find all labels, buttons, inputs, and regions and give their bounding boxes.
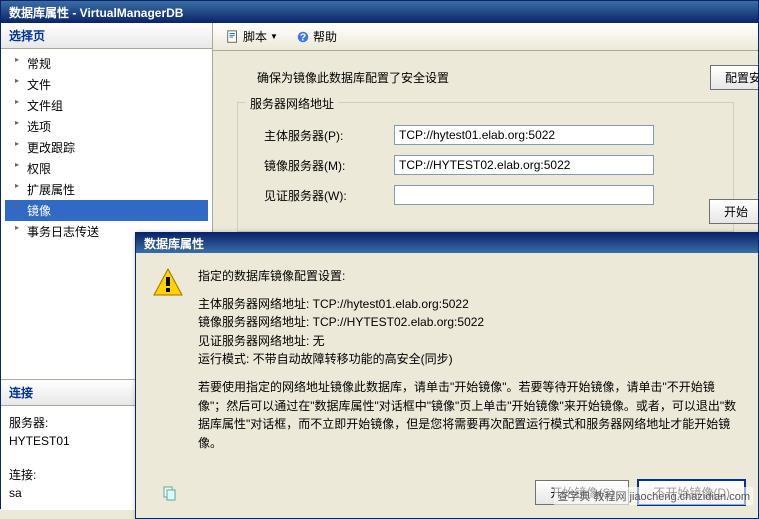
dont-start-mirroring-button[interactable]: 不开始镜像(D) [637,479,746,506]
dialog-message: 指定的数据库镜像配置设置: 主体服务器网络地址: TCP://hytest01.… [198,267,742,461]
start-mirroring-button[interactable]: 开始镜像(S) [535,480,629,505]
select-page-header: 选择页 [1,23,212,49]
script-icon [226,30,240,44]
principal-input[interactable] [394,125,654,145]
msg-mode: 运行模式: 不带自动故障转移功能的高安全(同步) [198,350,742,369]
svg-text:?: ? [300,31,306,43]
witness-input[interactable] [394,185,654,205]
principal-label: 主体服务器(P): [264,127,384,144]
copy-icon[interactable] [162,485,178,501]
tree-item-permissions[interactable]: 权限 [5,158,208,179]
tree-item-general[interactable]: 常规 [5,53,208,74]
mirror-label: 镜像服务器(M): [264,157,384,174]
warning-icon [152,267,184,299]
msg-instructions: 若要使用指定的网络地址镜像此数据库，请单击"开始镜像"。若要等待开始镜像，请单击… [198,378,742,452]
security-hint: 确保为镜像此数据库配置了安全设置 [257,69,734,86]
witness-label: 见证服务器(W): [264,187,384,204]
start-button[interactable]: 开始 [709,199,758,224]
msg-principal: 主体服务器网络地址: TCP://hytest01.elab.org:5022 [198,295,742,314]
tree-item-filegroups[interactable]: 文件组 [5,95,208,116]
msg-mirror: 镜像服务器网络地址: TCP://HYTEST02.elab.org:5022 [198,313,742,332]
tree-item-mirroring[interactable]: 镜像 [5,200,208,221]
configure-security-button[interactable]: 配置安全 [710,65,758,90]
msg-heading: 指定的数据库镜像配置设置: [198,267,742,286]
tree-item-files[interactable]: 文件 [5,74,208,95]
help-icon: ? [296,30,310,44]
tree-item-changetracking[interactable]: 更改跟踪 [5,137,208,158]
dropdown-icon: ▼ [270,32,278,41]
dialog-titlebar: 数据库属性 [136,233,758,253]
tree-item-options[interactable]: 选项 [5,116,208,137]
help-label: 帮助 [313,28,337,45]
script-button[interactable]: 脚本 ▼ [219,25,285,48]
tree-item-extendedprops[interactable]: 扩展属性 [5,179,208,200]
group-title: 服务器网络地址 [246,95,338,112]
mirror-input[interactable] [394,155,654,175]
help-button[interactable]: ? 帮助 [289,25,344,48]
msg-witness: 见证服务器网络地址: 无 [198,332,742,351]
confirm-dialog: 数据库属性 指定的数据库镜像配置设置: 主体服务器网络地址: TCP://hyt… [135,232,759,519]
toolbar: 脚本 ▼ ? 帮助 [213,23,758,51]
server-address-group: 服务器网络地址 主体服务器(P): 开始 镜像服务器(M): 见证服务器(W):… [237,102,734,232]
script-label: 脚本 [243,28,267,45]
main-titlebar: 数据库属性 - VirtualManagerDB [1,1,758,23]
